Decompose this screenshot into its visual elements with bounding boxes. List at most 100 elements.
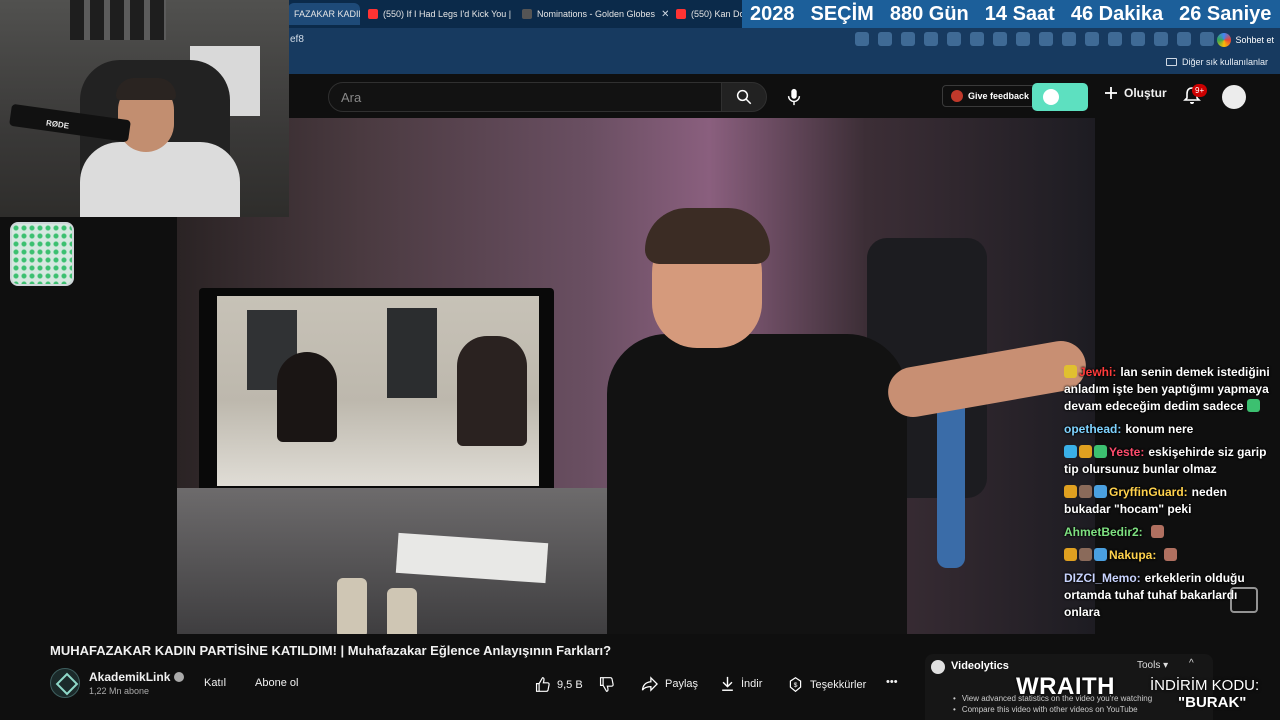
thanks-label: Teşekkürler (810, 678, 867, 691)
search-input[interactable]: Ara (328, 82, 722, 112)
create-label: Oluştur (1124, 86, 1167, 100)
chat-badge-icon (1064, 365, 1077, 378)
more-actions-button[interactable]: ••• (886, 676, 898, 688)
copilot-chat-button[interactable]: Sohbet et (1217, 31, 1274, 49)
video-player[interactable] (177, 118, 1095, 634)
tab-muhafazakar[interactable]: FAZAKAR KADIN ✕ (288, 3, 360, 25)
join-button[interactable]: Katıl (204, 677, 226, 689)
account-avatar[interactable] (1222, 85, 1246, 109)
share-button[interactable]: Paylaş (641, 676, 698, 692)
share-label: Paylaş (665, 678, 699, 690)
tab-kan-don[interactable]: (550) Kan Don (670, 3, 744, 25)
chat-message: AhmetBedir2: (1064, 524, 1274, 541)
thanks-button[interactable]: $ Teşekkürler (787, 676, 866, 693)
toolbar-icons (855, 32, 1214, 46)
favorite-star-icon[interactable] (901, 32, 915, 46)
tools-label: Tools (1137, 660, 1161, 671)
folder-icon (1165, 58, 1177, 66)
collapse-icon[interactable]: ^ (1189, 658, 1194, 669)
tab-label: (550) Kan Don (691, 9, 744, 19)
svg-text:$: $ (794, 682, 798, 689)
chat-message: Nakupa: (1064, 547, 1274, 564)
chat-username: opethead: (1064, 422, 1122, 436)
collections-icon[interactable] (1154, 32, 1168, 46)
close-icon[interactable]: ✕ (655, 9, 668, 20)
tab-if-i-had-legs[interactable]: (550) If I Had Legs I'd Kick You | C ✕ (362, 3, 514, 25)
chat-badge-icon (1079, 485, 1092, 498)
chat-emote-icon (1150, 525, 1164, 538)
video-host (607, 208, 1090, 634)
share-icon (641, 676, 658, 692)
like-button[interactable]: 9,5 B (534, 676, 583, 693)
channel-name: AkademikLink (89, 670, 171, 684)
browser-essentials-icon[interactable] (1131, 32, 1145, 46)
download-button[interactable]: İndir (720, 676, 762, 692)
split-screen-icon[interactable] (1062, 32, 1076, 46)
verified-icon (174, 672, 185, 682)
tab-golden-globes[interactable]: Nominations - Golden Globes ✕ (516, 3, 668, 25)
host-arm (884, 337, 1090, 421)
search-button[interactable] (721, 82, 767, 112)
channel-name-link[interactable]: AkademikLink (89, 670, 185, 684)
notification-count-badge: 9+ (1192, 84, 1208, 97)
download-icon (722, 676, 733, 691)
extension-icon[interactable] (924, 32, 938, 46)
videolytics-logo-icon (931, 660, 945, 674)
chat-badge-icon (1064, 445, 1077, 458)
channel-avatar[interactable] (50, 668, 80, 698)
streamer-webcam: RØDE (0, 0, 289, 217)
youtube-icon (676, 9, 686, 19)
extension-icon[interactable] (1016, 32, 1030, 46)
chat-badge-icon (1064, 548, 1077, 561)
extension-icon[interactable] (993, 32, 1007, 46)
videolytics-tools-dropdown[interactable]: Tools ▾ (1137, 660, 1168, 671)
streamer-hair (116, 78, 176, 100)
extension-toggle-button[interactable] (1032, 83, 1088, 111)
bookmark-folder-other[interactable]: Diğer sık kullanılanlar (1165, 57, 1268, 67)
screen: FAZAKAR KADIN ✕ (550) If I Had Legs I'd … (0, 0, 1280, 720)
thumbs-down-icon (599, 677, 614, 692)
download-label: İndir (741, 678, 763, 690)
thumbs-up-icon (535, 677, 550, 692)
chat-username: Nakupa: (1109, 548, 1157, 562)
zoom-icon[interactable] (878, 32, 892, 46)
chat-badge-icon (1094, 445, 1107, 458)
jar-overlay-graphic (10, 222, 74, 286)
bottle (387, 588, 417, 634)
countdown-minutes: 46 Dakika (1070, 2, 1164, 25)
like-count: 9,5 B (557, 678, 583, 691)
more-icon[interactable] (1200, 32, 1214, 46)
countdown-label: SEÇİM (810, 2, 874, 25)
chat-username: GryffinGuard: (1109, 485, 1188, 499)
voice-search-button[interactable] (781, 84, 807, 110)
chat-username: Yeste: (1109, 445, 1145, 459)
chat-message: opethead: konum nere (1064, 421, 1274, 438)
sponsor-brand: WRAITH (1016, 673, 1115, 700)
subscribe-button[interactable]: Abone ol (255, 677, 298, 689)
host-hair (645, 208, 770, 264)
search-icon (736, 89, 752, 105)
chat-message: GryffinGuard: neden bukadar "hocam" peki (1064, 484, 1274, 518)
chat-badge-icon (1064, 485, 1077, 498)
scene-person (457, 336, 527, 446)
extension-icon[interactable] (947, 32, 961, 46)
videolytics-title: Videolytics (951, 660, 1009, 672)
extension-icon[interactable] (1039, 32, 1053, 46)
dislike-button[interactable] (598, 676, 615, 693)
extensions-puzzle-icon[interactable] (1085, 32, 1099, 46)
extension-icon[interactable] (970, 32, 984, 46)
chat-text: konum nere (1125, 422, 1194, 436)
copilot-icon (1217, 33, 1232, 47)
tab-label: FAZAKAR KADIN (294, 9, 360, 19)
apps-icon[interactable] (855, 32, 869, 46)
create-button[interactable]: Oluştur (1104, 86, 1167, 100)
profile-icon[interactable] (1177, 32, 1191, 46)
give-feedback-button[interactable]: Give feedback (942, 85, 1039, 107)
favorites-icon[interactable] (1108, 32, 1122, 46)
videolytics-feature: Compare this video with other videos on … (953, 705, 1138, 714)
discount-code-label: İNDİRİM KODU: (1150, 677, 1260, 694)
monitor-screen-scene (217, 296, 539, 486)
tab-label: (550) If I Had Legs I'd Kick You | C (383, 9, 514, 19)
chat-badge-icon (1094, 485, 1107, 498)
address-bar[interactable]: ef8 (290, 34, 304, 45)
